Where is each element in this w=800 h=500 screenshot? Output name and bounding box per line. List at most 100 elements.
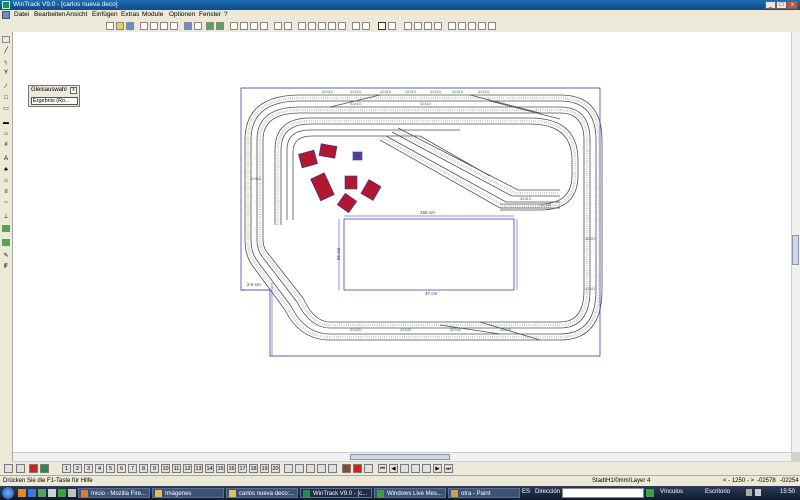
terrain-icon[interactable]	[458, 22, 466, 30]
road-tool-icon[interactable]: ≡	[2, 189, 10, 196]
copy-icon[interactable]	[160, 22, 168, 30]
task-paint[interactable]: otra - Paint	[448, 488, 520, 498]
address-input[interactable]	[562, 488, 644, 498]
layer-icon[interactable]	[404, 22, 412, 30]
zoom-in-icon[interactable]	[230, 22, 238, 30]
undo-icon[interactable]	[274, 22, 282, 30]
layer-button-14[interactable]: 14	[205, 464, 214, 473]
wall-tool-icon[interactable]: ▬	[2, 120, 10, 127]
terrain-layer-icon[interactable]	[342, 464, 351, 473]
menu-fenster[interactable]: Fenster	[199, 10, 221, 20]
layer-button-8[interactable]: 8	[139, 464, 148, 473]
menu-datei[interactable]: Datei	[14, 10, 29, 20]
tunnel-icon[interactable]	[434, 22, 442, 30]
maximize-button[interactable]: □	[776, 1, 787, 9]
zoom-out-icon[interactable]	[240, 22, 248, 30]
network-icon[interactable]	[746, 489, 752, 496]
layer-button-16[interactable]: 16	[227, 464, 236, 473]
print-icon[interactable]	[150, 22, 158, 30]
layer-button-20[interactable]: 20	[271, 464, 280, 473]
water-tool-icon[interactable]: ~	[2, 200, 10, 207]
language-indicator[interactable]: ES	[522, 489, 530, 495]
building[interactable]	[318, 143, 338, 159]
menu-extras[interactable]: Extras	[121, 10, 139, 20]
bridge-tool-icon[interactable]: ⌂	[2, 131, 10, 138]
firefox-quicklaunch-icon[interactable]	[18, 489, 26, 497]
layer-button-12[interactable]: 12	[183, 464, 192, 473]
menu-bearbeiten[interactable]: Bearbeiten	[34, 10, 65, 20]
zoom-all-icon[interactable]	[260, 22, 268, 30]
3d-view-icon[interactable]	[448, 22, 456, 30]
building-tool-icon[interactable]: ⌂	[2, 178, 10, 185]
building[interactable]	[336, 192, 358, 214]
buildings-group[interactable]	[298, 143, 382, 214]
layer-button-5[interactable]: 5	[106, 464, 115, 473]
layer-button-4[interactable]: 4	[95, 464, 104, 473]
horizontal-scroll-thumb[interactable]	[350, 454, 450, 460]
task-imagenes[interactable]: Imágenes	[152, 488, 224, 498]
clock[interactable]: 15:50	[780, 489, 795, 495]
layout-plan[interactable]: 42410 42410 42410 42410 42410 42410 4241…	[13, 32, 793, 452]
connect-icon[interactable]	[328, 22, 336, 30]
landscape-tool-icon[interactable]	[2, 225, 10, 232]
table-icon[interactable]	[216, 22, 224, 30]
next-page-icon[interactable]: ▶	[433, 464, 442, 473]
layer-button-19[interactable]: 19	[260, 464, 269, 473]
open-folder-icon[interactable]	[116, 22, 124, 30]
first-page-icon[interactable]: ⏮	[378, 464, 387, 473]
ie-quicklaunch-icon[interactable]	[28, 489, 36, 497]
layer-button-6[interactable]: 6	[117, 464, 126, 473]
inner-track-loop[interactable]	[274, 117, 579, 225]
layer-button-15[interactable]: 15	[216, 464, 225, 473]
select-tool-icon[interactable]	[2, 36, 10, 43]
messenger-quicklaunch-icon[interactable]	[58, 489, 66, 497]
task-wintrack[interactable]: WinTrack V9.0 - [c...	[300, 488, 372, 498]
task-messenger[interactable]: Windows Live Mes...	[374, 488, 446, 498]
folder-quicklaunch-icon[interactable]	[68, 489, 76, 497]
rotate-icon[interactable]	[298, 22, 306, 30]
line-tool-icon[interactable]: ⁄	[2, 84, 10, 91]
map-tool-icon[interactable]	[2, 239, 10, 246]
info-icon[interactable]	[488, 22, 496, 30]
texture-icon[interactable]	[468, 22, 476, 30]
menu-module[interactable]: Module	[142, 10, 163, 20]
select-arrow-icon[interactable]	[378, 22, 386, 30]
building[interactable]	[310, 172, 335, 202]
menu-ansicht[interactable]: Ansicht	[66, 10, 87, 20]
layer-extra-2[interactable]	[295, 464, 304, 473]
rectangle-tool-icon[interactable]: □	[2, 95, 10, 102]
start-button[interactable]	[2, 487, 14, 499]
layer-button-1[interactable]: 1	[62, 464, 71, 473]
page-3-button[interactable]	[422, 464, 431, 473]
layer-button-10[interactable]: 10	[161, 464, 170, 473]
layer-button-17[interactable]: 17	[238, 464, 247, 473]
library-icon[interactable]	[206, 22, 214, 30]
page-icon[interactable]	[194, 22, 202, 30]
menu-optionen[interactable]: Optionen	[169, 10, 195, 20]
go-icon[interactable]	[646, 489, 654, 497]
switch-tool-icon[interactable]: Y	[2, 70, 10, 77]
align-icon[interactable]	[318, 22, 326, 30]
task-carlos-deco[interactable]: carlos nueva deco:...	[226, 488, 298, 498]
minimize-button[interactable]: _	[765, 1, 776, 9]
platform-tool-icon[interactable]: ▭	[2, 106, 10, 113]
layer-menu-icon[interactable]	[4, 464, 13, 473]
edit-layer-icon[interactable]	[364, 464, 373, 473]
select-area-icon[interactable]	[388, 22, 396, 30]
tree-tool-icon[interactable]: ♣	[2, 167, 10, 174]
font-tool-icon[interactable]: F	[2, 264, 10, 271]
warning-layer-icon[interactable]	[353, 464, 362, 473]
prev-page-icon[interactable]: ◀	[389, 464, 398, 473]
layer-button-9[interactable]: 9	[150, 464, 159, 473]
document-icon[interactable]	[2, 11, 10, 19]
height-icon[interactable]	[414, 22, 422, 30]
track-tool-icon[interactable]: ╱	[2, 48, 10, 55]
layer-extra-1[interactable]	[284, 464, 293, 473]
flex-icon[interactable]	[338, 22, 346, 30]
task-firefox[interactable]: Inicio - Mozilla Fire...	[78, 488, 150, 498]
print-preview-icon[interactable]	[140, 22, 148, 30]
palette-dropdown[interactable]: Ergebnis (Ro...	[31, 97, 78, 105]
layer-extra-5[interactable]	[328, 464, 337, 473]
layer-button-13[interactable]: 13	[194, 464, 203, 473]
building[interactable]	[344, 175, 358, 190]
